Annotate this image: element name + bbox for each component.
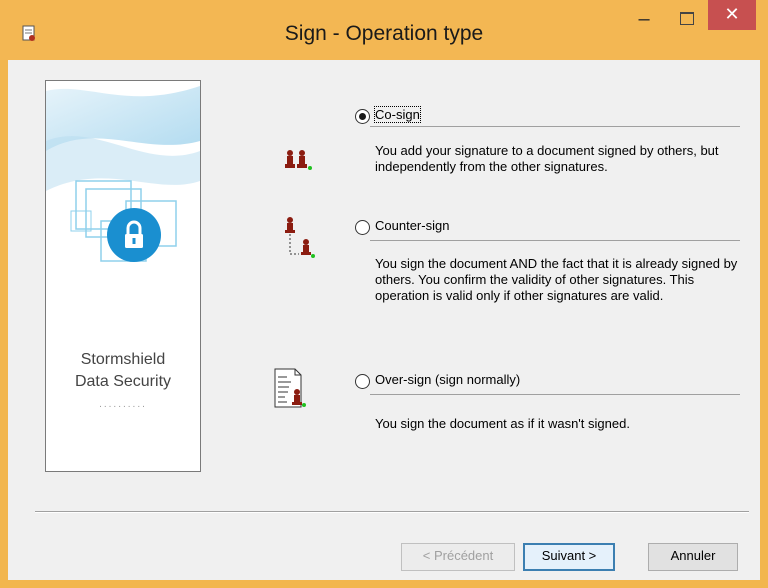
- co-sign-label[interactable]: Co-sign: [374, 106, 421, 123]
- counter-sign-separator: [370, 240, 740, 241]
- brand-name-line2: Data Security: [74, 373, 172, 390]
- over-sign-radio[interactable]: [355, 374, 370, 389]
- next-button[interactable]: Suivant >: [523, 543, 615, 571]
- over-sign-description: You sign the document as if it wasn't si…: [375, 416, 630, 431]
- over-sign-icon: [274, 368, 306, 408]
- co-sign-description: You add your signature to a document sig…: [375, 143, 719, 174]
- dialog-client-area: Stormshield Data Security .......... Co-…: [8, 60, 760, 580]
- over-sign-label[interactable]: Over-sign (sign normally): [375, 372, 520, 387]
- previous-button[interactable]: < Précédent: [401, 543, 515, 571]
- maximize-button[interactable]: [673, 8, 701, 32]
- counter-sign-description: You sign the document AND the fact that …: [375, 256, 738, 303]
- minimize-icon: –: [638, 8, 650, 30]
- brand-name-line1: Stormshield: [80, 351, 166, 368]
- co-sign-separator: [370, 126, 740, 127]
- title-bar: Sign - Operation type – ✕: [0, 0, 768, 60]
- over-sign-separator: [370, 394, 740, 395]
- maximize-icon: [680, 12, 694, 25]
- minimize-button[interactable]: –: [630, 8, 658, 32]
- counter-sign-label[interactable]: Counter-sign: [375, 218, 449, 233]
- co-sign-radio[interactable]: [355, 109, 370, 124]
- brand-dots: ..........: [99, 399, 147, 410]
- close-icon: ✕: [724, 4, 740, 24]
- cancel-button[interactable]: Annuler: [648, 543, 738, 571]
- brand-panel: Stormshield Data Security ..........: [45, 80, 201, 472]
- button-area-separator: [35, 511, 749, 513]
- close-button[interactable]: ✕: [708, 0, 756, 30]
- counter-sign-icon: [285, 217, 315, 258]
- brand-illustration: [46, 86, 200, 262]
- counter-sign-radio[interactable]: [355, 220, 370, 235]
- co-sign-icon: [285, 150, 312, 170]
